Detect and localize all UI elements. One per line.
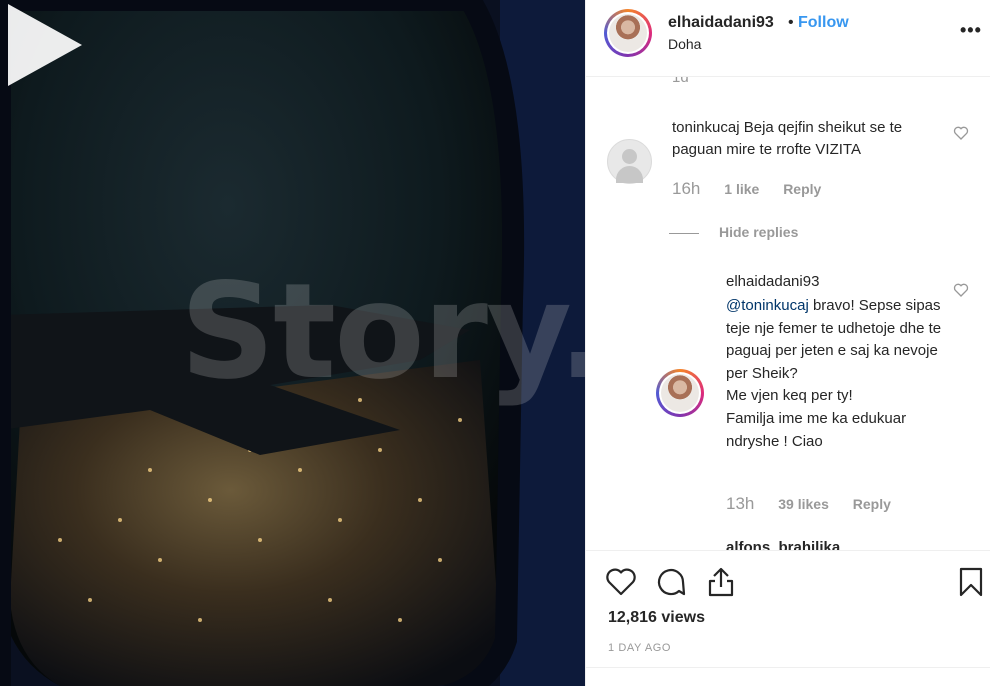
separator-dot: •	[788, 14, 794, 31]
hide-replies-line	[669, 232, 699, 234]
reply-likes[interactable]: 39 likes	[778, 496, 829, 512]
post-panel: elhaidadani93 • Follow Doha ••• 1d tonin…	[585, 0, 990, 687]
post-date[interactable]: 1 DAY AGO	[608, 642, 671, 654]
comment-time-clipped: 1d	[672, 77, 689, 86]
commenter-avatar[interactable]	[607, 139, 652, 184]
add-comment-divider	[586, 667, 990, 668]
reply-body: bravo! Sepse sipas teje nje femer te udh…	[726, 297, 942, 450]
like-comment-heart-icon[interactable]	[953, 125, 969, 141]
follow-button[interactable]: Follow	[798, 14, 849, 32]
reply-author-avatar[interactable]	[656, 369, 704, 417]
comments-list[interactable]: 1d toninkucaj Beja qejfin sheikut se te …	[586, 77, 990, 550]
author-username[interactable]: elhaidadani93	[668, 14, 774, 32]
reply-text: @toninkucaj bravo! Sepse sipas teje nje …	[726, 295, 956, 453]
location-link[interactable]: Doha	[668, 36, 701, 52]
post-header: elhaidadani93 • Follow Doha •••	[586, 0, 990, 77]
commenter-username[interactable]: toninkucaj	[672, 119, 740, 136]
reply-meta: 13h 39 likes Reply	[726, 494, 891, 514]
comment-likes[interactable]: 1 like	[724, 181, 759, 197]
comment-reply-button[interactable]: Reply	[783, 181, 821, 197]
comment-text: toninkucaj Beja qejfin sheikut se te pag…	[672, 117, 942, 161]
airplane-window-photo	[0, 0, 585, 686]
comment-meta: 16h 1 like Reply	[672, 179, 821, 199]
comment-time: 16h	[672, 179, 701, 198]
reply-time: 13h	[726, 494, 755, 513]
play-icon[interactable]	[0, 0, 90, 90]
post-media[interactable]: Story.al	[0, 0, 585, 686]
view-count[interactable]: 12,816 views	[608, 609, 705, 627]
share-icon[interactable]	[704, 565, 738, 599]
more-options-icon[interactable]: •••	[960, 20, 982, 41]
comment-icon[interactable]	[654, 565, 688, 599]
next-commenter-username[interactable]: alfons_brahilika	[726, 539, 840, 550]
like-heart-icon[interactable]	[604, 565, 638, 599]
author-avatar[interactable]	[604, 9, 652, 57]
save-bookmark-icon[interactable]	[954, 565, 988, 599]
hide-replies-button[interactable]: Hide replies	[669, 224, 798, 240]
hide-replies-label: Hide replies	[719, 224, 799, 240]
reply-reply-button[interactable]: Reply	[853, 496, 891, 512]
post-actions: 12,816 views 1 DAY AGO	[586, 550, 990, 687]
reply-username[interactable]: elhaidadani93	[726, 273, 819, 290]
reply-mention-link[interactable]: @toninkucaj	[726, 297, 809, 314]
